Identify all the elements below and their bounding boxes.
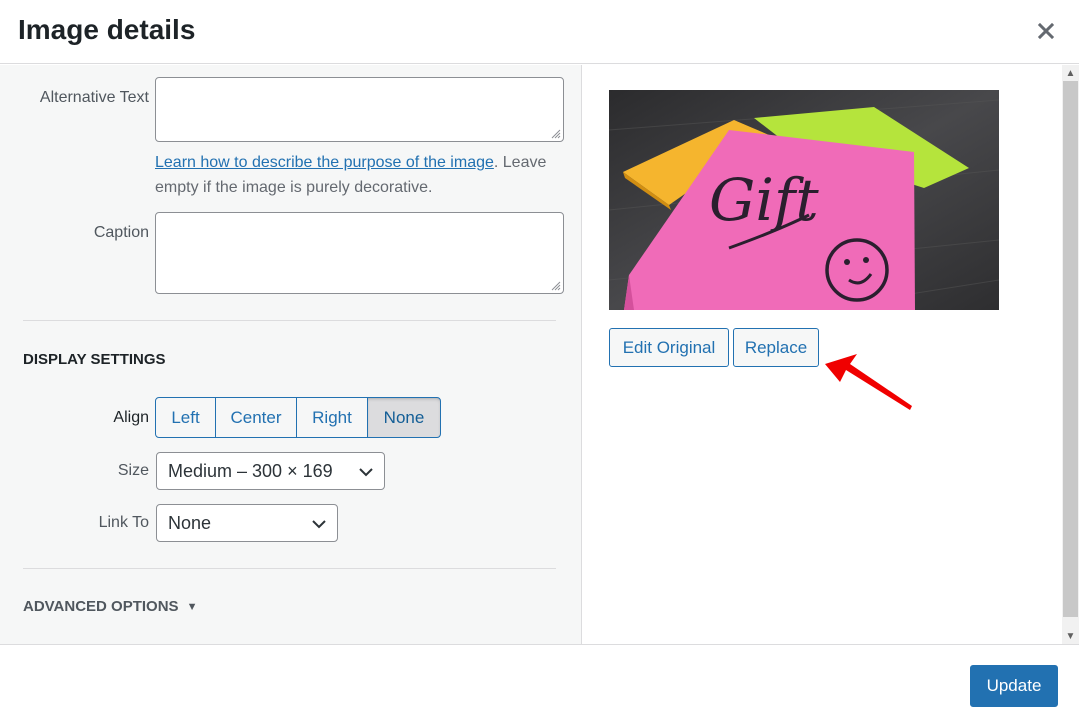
edit-original-button[interactable]: Edit Original [609, 328, 729, 367]
align-right-button[interactable]: Right [296, 397, 368, 438]
advanced-options-label: Advanced Options [23, 598, 179, 615]
caption-label: Caption [93, 224, 149, 241]
resize-grip-icon[interactable] [549, 127, 561, 139]
link-to-label: Link To [98, 514, 149, 531]
size-select-value: Medium – 300 × 169 [168, 460, 333, 481]
scroll-thumb[interactable] [1063, 81, 1078, 617]
align-label: Align [113, 409, 149, 426]
modal-header: Image details [0, 0, 1079, 64]
sticky-notes-image: Gift [609, 90, 999, 310]
display-settings-heading: Display Settings [23, 351, 166, 368]
align-left-button[interactable]: Left [155, 397, 216, 438]
advanced-options-toggle[interactable]: Advanced Options ▼ [23, 598, 197, 615]
section-divider [23, 568, 556, 569]
red-arrow-annotation [825, 354, 912, 410]
note-text: Gift [709, 166, 819, 234]
replace-button[interactable]: Replace [733, 328, 819, 367]
caption-input[interactable] [155, 212, 564, 294]
chevron-down-icon [312, 520, 326, 529]
alt-text-help: Learn how to describe the purpose of the… [155, 150, 567, 200]
scroll-up-icon[interactable]: ▲ [1062, 65, 1079, 81]
link-to-select-value: None [168, 512, 212, 533]
scrollbar[interactable]: ▲ ▼ [1062, 65, 1079, 644]
triangle-down-icon: ▼ [186, 600, 198, 613]
image-preview: Gift [609, 90, 999, 310]
section-divider [23, 320, 556, 321]
close-icon [1038, 23, 1054, 39]
align-center-button[interactable]: Center [215, 397, 297, 438]
alt-text-label: Alternative Text [39, 89, 149, 106]
chevron-down-icon [359, 468, 373, 477]
resize-grip-icon[interactable] [549, 279, 561, 291]
modal-footer [0, 644, 1079, 715]
alt-text-help-link[interactable]: Learn how to describe the purpose of the… [155, 154, 494, 171]
align-button-group: Left Center Right None [155, 397, 441, 438]
size-select[interactable]: Medium – 300 × 169 [156, 452, 385, 490]
update-button[interactable]: Update [970, 665, 1058, 707]
modal-title: Image details [18, 14, 196, 45]
size-label: Size [117, 462, 149, 479]
scroll-down-icon[interactable]: ▼ [1062, 628, 1079, 644]
align-none-button[interactable]: None [367, 397, 441, 438]
alt-text-input[interactable] [155, 77, 564, 142]
close-button[interactable] [1032, 16, 1060, 46]
link-to-select[interactable]: None [156, 504, 338, 542]
